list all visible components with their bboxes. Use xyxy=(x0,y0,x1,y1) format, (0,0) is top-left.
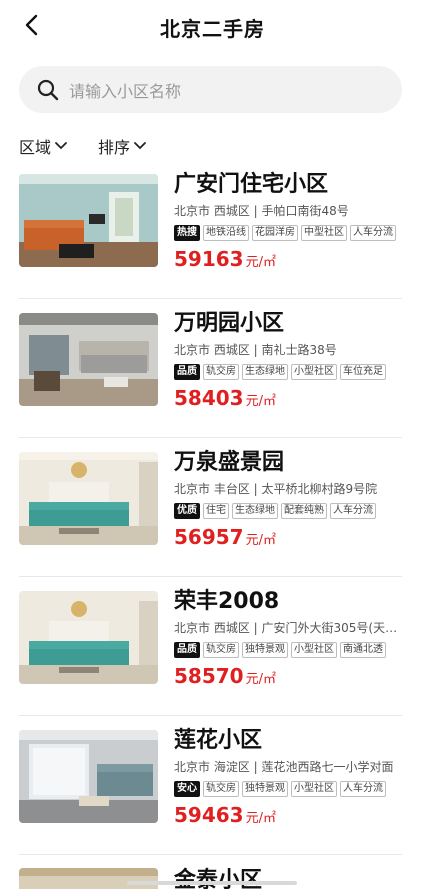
price-unit: 元/㎡ xyxy=(245,255,276,270)
chevron-down-icon xyxy=(55,142,67,150)
tag: 住宅 xyxy=(203,503,229,519)
listing-address: 北京市 西城区 | 广安门外大街305号(天… xyxy=(174,621,398,635)
tag: 独特景观 xyxy=(242,642,288,658)
search-placeholder: 请输入小区名称 xyxy=(69,81,182,101)
tag: 配套纯熟 xyxy=(281,503,327,519)
tag: 小型社区 xyxy=(291,364,337,380)
tag: 轨交房 xyxy=(203,364,239,380)
price-value: 58570 xyxy=(174,664,244,688)
listing-photo xyxy=(19,591,158,684)
price-value: 58403 xyxy=(174,386,244,410)
filter-sort-label: 排序 xyxy=(98,138,131,157)
listing-address: 北京市 丰台区 | 太平桥北柳村路9号院 xyxy=(174,482,378,496)
listing-info: 万明园小区 北京市 西城区 | 南礼士路38号 品质 轨交房 生态绿地 小型社区… xyxy=(174,309,402,410)
tag: 小型社区 xyxy=(291,781,337,797)
tag: 花园洋房 xyxy=(252,225,298,241)
listing-photo xyxy=(19,730,158,823)
search-icon xyxy=(37,79,59,100)
listing-address: 北京市 西城区 | 手帕口南街48号 xyxy=(174,204,349,218)
listing-item[interactable]: 万明园小区 北京市 西城区 | 南礼士路38号 品质 轨交房 生态绿地 小型社区… xyxy=(19,299,402,438)
tag: 轨交房 xyxy=(203,642,239,658)
listing-tags: 优质 住宅 生态绿地 配套纯熟 人车分流 xyxy=(174,503,402,519)
tag-badge: 安心 xyxy=(174,781,200,797)
filter-bar: 区域 排序 xyxy=(19,134,147,158)
tag-badge: 品质 xyxy=(174,642,200,658)
listing-info: 广安门住宅小区 北京市 西城区 | 手帕口南街48号 热搜 地铁沿线 花园洋房 … xyxy=(174,170,402,271)
tag: 中型社区 xyxy=(301,225,347,241)
listing-photo xyxy=(19,313,158,406)
listing-info: 莲花小区 北京市 海淀区 | 莲花池西路七一小学对面 安心 轨交房 独特景观 小… xyxy=(174,726,402,827)
filter-sort[interactable]: 排序 xyxy=(98,134,147,158)
listing-name: 莲花小区 xyxy=(174,728,263,753)
listing-tags: 品质 轨交房 生态绿地 小型社区 车位充足 xyxy=(174,364,402,380)
price-value: 56957 xyxy=(174,525,244,549)
listing-name: 万泉盛景园 xyxy=(174,450,285,475)
tag: 人车分流 xyxy=(330,503,376,519)
tag: 人车分流 xyxy=(350,225,396,241)
price-unit: 元/㎡ xyxy=(245,533,276,548)
tag-badge: 热搜 xyxy=(174,225,200,241)
listing-info: 万泉盛景园 北京市 丰台区 | 太平桥北柳村路9号院 优质 住宅 生态绿地 配套… xyxy=(174,448,402,549)
price-value: 59463 xyxy=(174,803,244,827)
listing-address: 北京市 海淀区 | 莲花池西路七一小学对面 xyxy=(174,760,394,774)
price-value: 59163 xyxy=(174,247,244,271)
tag: 轨交房 xyxy=(203,781,239,797)
listing-price: 59463 元/㎡ xyxy=(174,803,402,827)
tag: 车位充足 xyxy=(340,364,386,380)
search-input[interactable]: 请输入小区名称 xyxy=(19,66,402,113)
listing-price: 56957 元/㎡ xyxy=(174,525,402,549)
listing-tags: 安心 轨交房 独特景观 小型社区 人车分流 xyxy=(174,781,402,797)
listing-item[interactable]: 广安门住宅小区 北京市 西城区 | 手帕口南街48号 热搜 地铁沿线 花园洋房 … xyxy=(19,160,402,299)
listing-photo xyxy=(19,452,158,545)
filter-region[interactable]: 区域 xyxy=(19,134,68,158)
listing-photo xyxy=(19,868,158,889)
listing-info: 荣丰2008 北京市 西城区 | 广安门外大街305号(天… 品质 轨交房 独特… xyxy=(174,587,402,688)
tag: 独特景观 xyxy=(242,781,288,797)
price-unit: 元/㎡ xyxy=(245,394,276,409)
tag-badge: 品质 xyxy=(174,364,200,380)
price-unit: 元/㎡ xyxy=(245,672,276,687)
listing-tags: 品质 轨交房 独特景观 小型社区 南通北透 xyxy=(174,642,402,658)
listing-item[interactable]: 荣丰2008 北京市 西城区 | 广安门外大街305号(天… 品质 轨交房 独特… xyxy=(19,577,402,716)
listing-price: 58403 元/㎡ xyxy=(174,386,402,410)
listing-item[interactable]: 万泉盛景园 北京市 丰台区 | 太平桥北柳村路9号院 优质 住宅 生态绿地 配套… xyxy=(19,438,402,577)
page-title: 北京二手房 xyxy=(160,17,265,41)
chevron-down-icon xyxy=(134,142,146,150)
listing-tags: 热搜 地铁沿线 花园洋房 中型社区 人车分流 xyxy=(174,225,402,241)
listing-name: 广安门住宅小区 xyxy=(174,172,329,197)
tag: 地铁沿线 xyxy=(203,225,249,241)
listing-photo xyxy=(19,174,158,267)
listing-address: 北京市 西城区 | 南礼士路38号 xyxy=(174,343,337,357)
tag: 生态绿地 xyxy=(232,503,278,519)
listing-list: 广安门住宅小区 北京市 西城区 | 手帕口南街48号 热搜 地铁沿线 花园洋房 … xyxy=(19,160,402,855)
listing-name: 荣丰2008 xyxy=(174,589,280,614)
listing-item[interactable]: 莲花小区 北京市 海淀区 | 莲花池西路七一小学对面 安心 轨交房 独特景观 小… xyxy=(19,716,402,855)
tag-badge: 优质 xyxy=(174,503,200,519)
listing-price: 59163 元/㎡ xyxy=(174,247,402,271)
listing-price: 58570 元/㎡ xyxy=(174,664,402,688)
filter-region-label: 区域 xyxy=(19,138,52,157)
price-unit: 元/㎡ xyxy=(245,811,276,826)
home-indicator xyxy=(127,881,297,885)
nav-bar: 北京二手房 xyxy=(0,0,425,52)
listing-name: 万明园小区 xyxy=(174,311,285,336)
tag: 南通北透 xyxy=(340,642,386,658)
tag: 小型社区 xyxy=(291,642,337,658)
tag: 生态绿地 xyxy=(242,364,288,380)
tag: 人车分流 xyxy=(340,781,386,797)
